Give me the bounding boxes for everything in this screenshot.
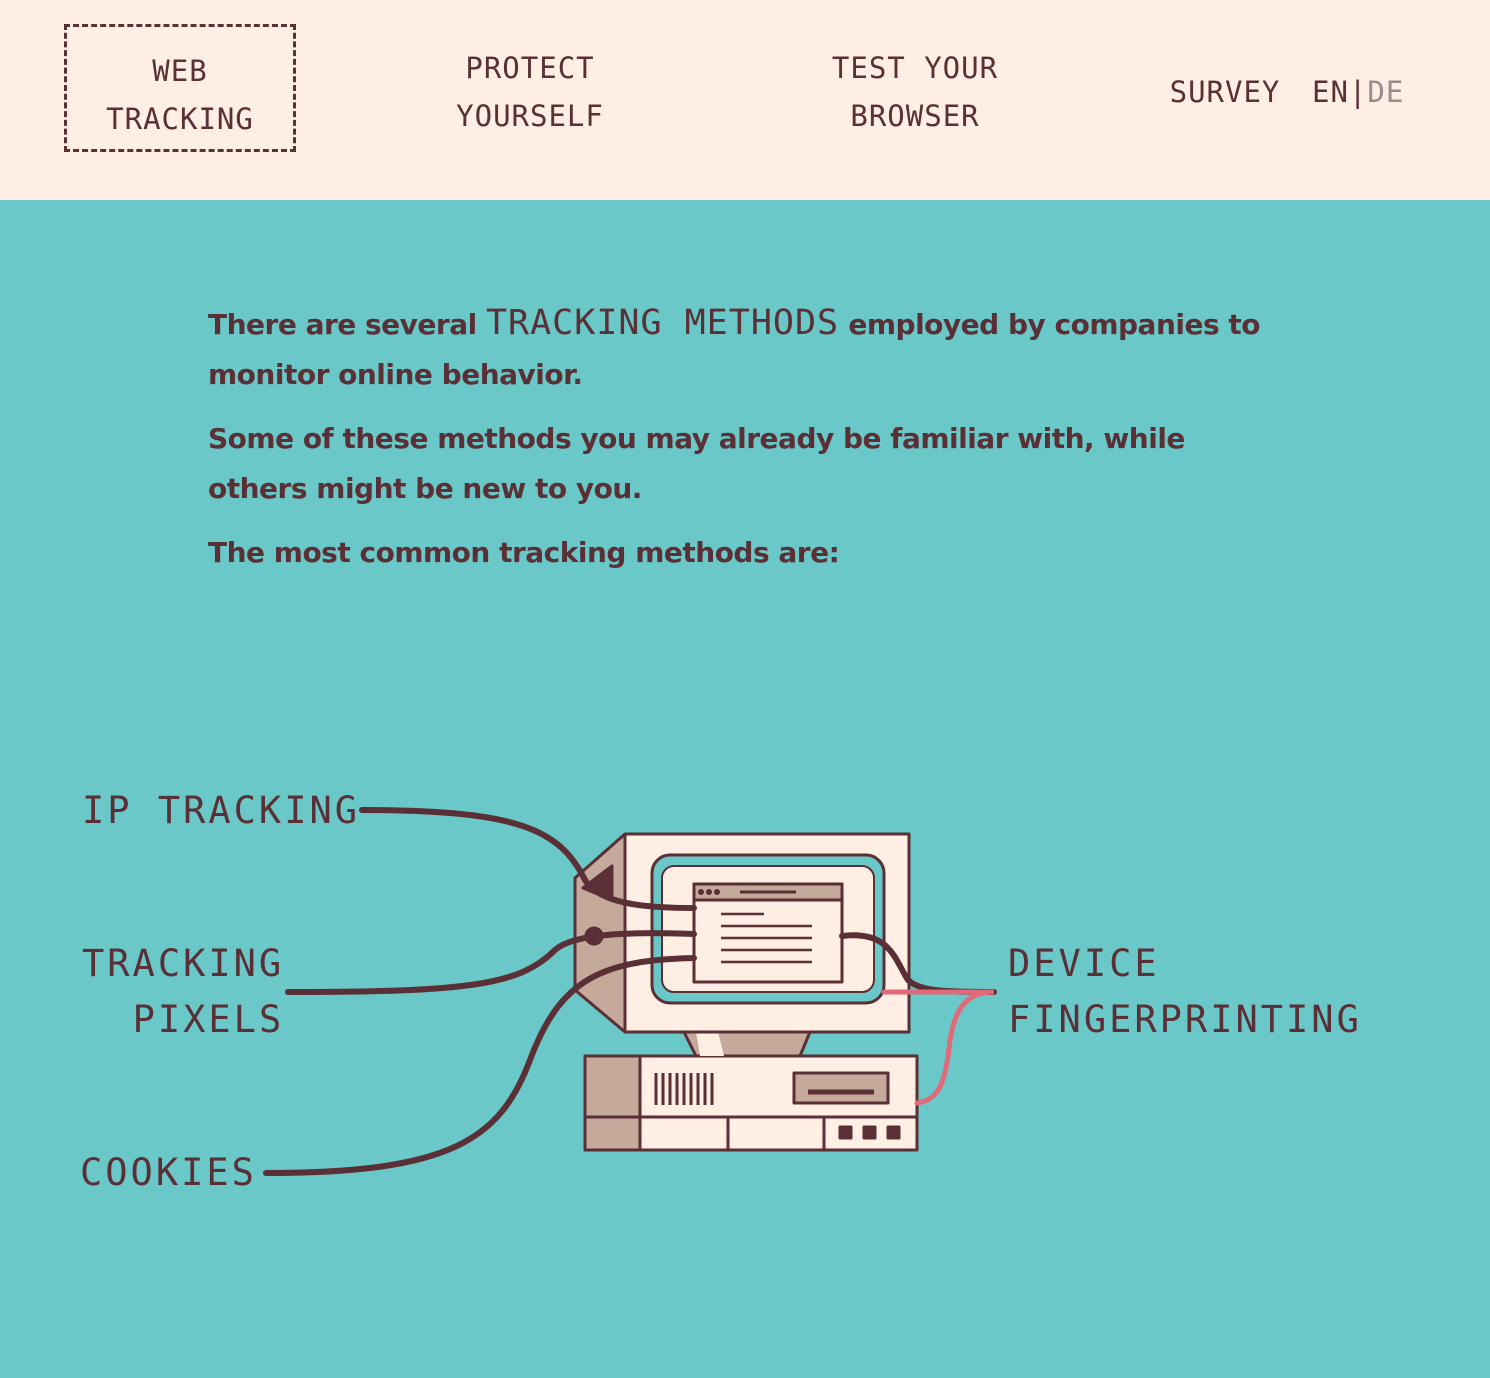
label-device-line1: DEVICE xyxy=(1008,942,1160,985)
label-tracking-pixels-line1: TRACKING xyxy=(82,942,285,985)
label-tracking-pixels[interactable]: TRACKING PIXELS xyxy=(82,936,284,1048)
computer-base xyxy=(583,1054,919,1152)
label-ip-tracking[interactable]: IP TRACKING xyxy=(82,783,360,839)
label-device-line2: FINGERPRINTING xyxy=(1008,998,1362,1041)
label-device-fingerprinting[interactable]: DEVICE FINGERPRINTING xyxy=(1008,936,1362,1048)
label-cookies[interactable]: COOKIES xyxy=(80,1145,257,1201)
label-tracking-pixels-line2: PIXELS xyxy=(132,998,285,1041)
